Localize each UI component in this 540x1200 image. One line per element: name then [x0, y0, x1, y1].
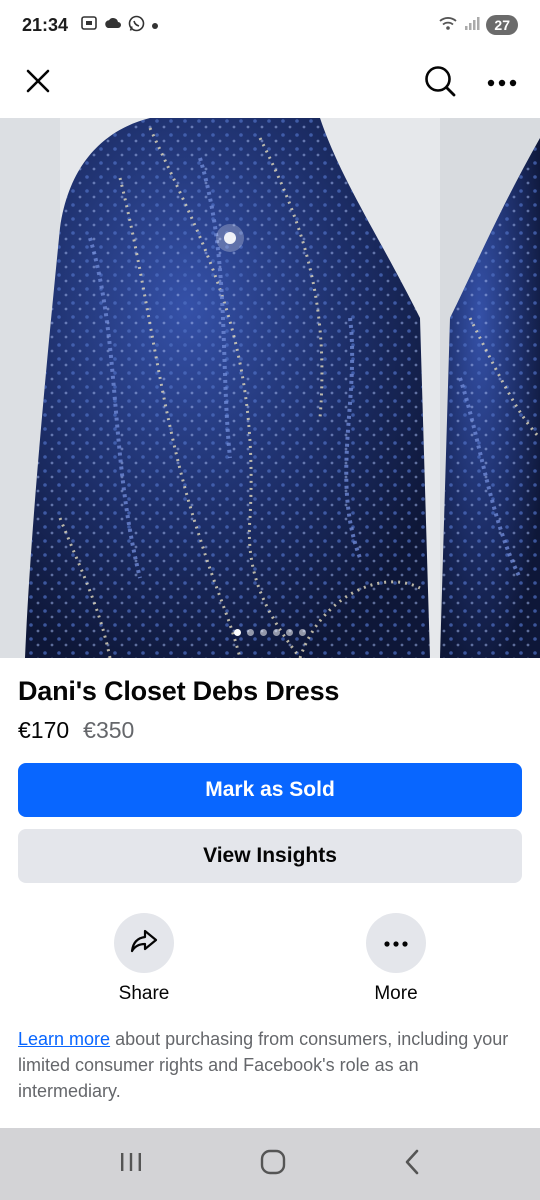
photo-dot[interactable]: [260, 629, 267, 636]
recents-icon[interactable]: [118, 1150, 144, 1179]
whatsapp-icon: [128, 15, 145, 36]
home-icon[interactable]: [259, 1148, 287, 1181]
status-bar: 21:34 27: [0, 0, 540, 50]
search-button[interactable]: [418, 61, 462, 105]
status-notification-icons: [80, 15, 159, 36]
more-button[interactable]: [366, 913, 426, 973]
system-nav-bar: [0, 1128, 540, 1200]
more-options-button[interactable]: [480, 61, 524, 105]
share-arrow-icon: [130, 928, 158, 959]
top-app-bar: [0, 50, 540, 116]
search-icon: [423, 64, 457, 103]
battery-indicator: 27: [486, 15, 518, 35]
share-action[interactable]: Share: [94, 913, 194, 1005]
photo-dot[interactable]: [286, 629, 293, 636]
status-time: 21:34: [22, 14, 69, 35]
share-button[interactable]: [114, 913, 174, 973]
share-label: Share: [118, 983, 170, 1004]
close-button[interactable]: [16, 61, 60, 105]
close-icon: [25, 68, 51, 99]
dot-icon: [151, 17, 159, 34]
listing-price: €170: [18, 717, 70, 743]
more-action[interactable]: More: [346, 913, 446, 1005]
mark-as-sold-button[interactable]: Mark as Sold: [18, 763, 522, 817]
more-horizontal-icon: [487, 74, 517, 92]
photo-dot[interactable]: [273, 629, 280, 636]
wifi-icon: [438, 15, 458, 36]
signal-icon: [464, 15, 480, 36]
listing-photo[interactable]: [0, 118, 540, 658]
photo-pagination: [0, 629, 540, 636]
back-icon[interactable]: [402, 1148, 422, 1181]
photo-dot[interactable]: [299, 629, 306, 636]
status-right: 27: [438, 15, 518, 36]
consumer-disclaimer: Learn more about purchasing from consume…: [18, 1026, 523, 1104]
listing-original-price: €350: [83, 717, 135, 743]
dress-image: [0, 118, 540, 658]
cloud-icon: [104, 16, 122, 34]
listing-title: Dani's Closet Debs Dress: [18, 676, 340, 706]
more-horizontal-icon: [384, 934, 408, 952]
more-label: More: [374, 983, 418, 1004]
photo-dot[interactable]: [234, 629, 241, 636]
learn-more-link[interactable]: Learn more: [18, 1029, 110, 1049]
view-insights-button[interactable]: View Insights: [18, 829, 522, 883]
price-row: €170 €350: [18, 717, 134, 744]
screenshot-icon: [80, 15, 98, 35]
photo-dot[interactable]: [247, 629, 254, 636]
